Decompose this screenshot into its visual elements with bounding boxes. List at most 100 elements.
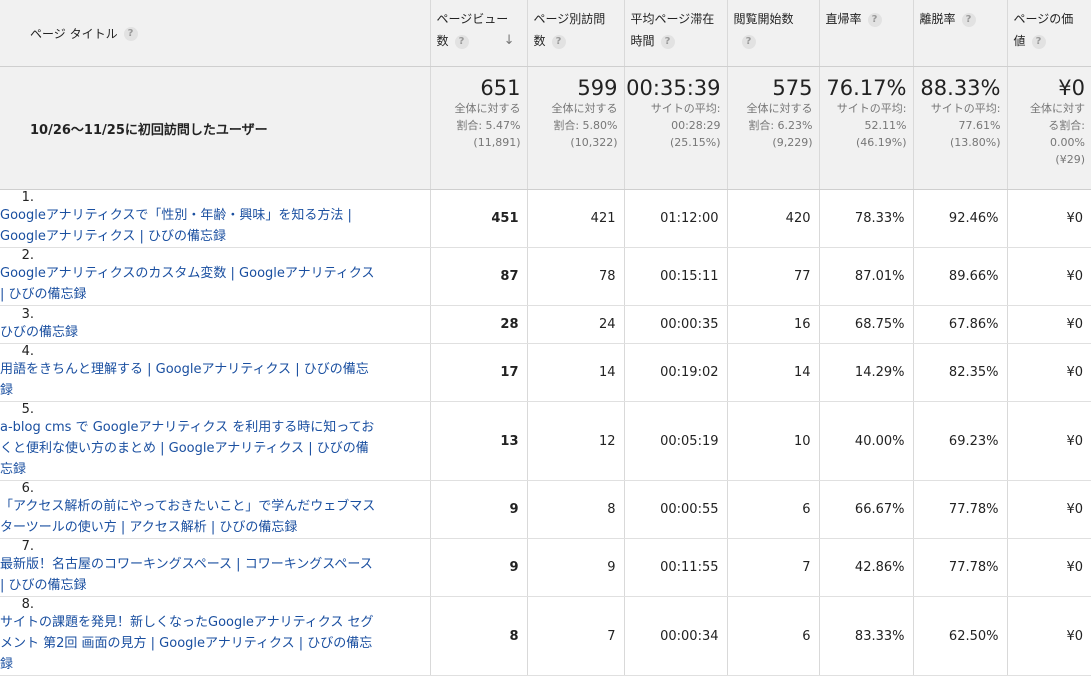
summary-pageviews: 651 全体に対する 割合: 5.47% (11,891): [430, 66, 528, 190]
cell-exit-rate: 67.86%: [913, 305, 1008, 344]
page-title-link[interactable]: Googleアナリティクスで「性別・年齢・興味」を知る方法 | Googleアナ…: [0, 205, 380, 247]
summary-avg-time: 00:35:39 サイトの平均: 00:28:29 (25.15%): [624, 66, 728, 190]
cell-entrances: 6: [727, 480, 820, 539]
cell-pageviews: 9: [430, 480, 528, 539]
page-title-cell: 4.用語をきちんと理解する | Googleアナリティクス | ひびの備忘録: [0, 343, 431, 402]
row-index: 5.: [21, 402, 34, 417]
help-icon[interactable]: ?: [741, 34, 756, 49]
cell-exit-rate: 89.66%: [913, 247, 1008, 306]
cell-exit-rate: 77.78%: [913, 480, 1008, 539]
page-title-link[interactable]: ひびの備忘録: [0, 322, 380, 343]
help-icon[interactable]: ?: [551, 34, 566, 49]
page-title-link[interactable]: 「アクセス解析の前にやっておきたいこと」で学んだウェブマスターツールの使い方 |…: [0, 496, 380, 538]
row-index: 7.: [21, 539, 34, 554]
summary-entrances: 575 全体に対する 割合: 6.23% (9,229): [727, 66, 820, 190]
page-title-cell: 1.Googleアナリティクスで「性別・年齢・興味」を知る方法 | Google…: [0, 189, 431, 248]
help-icon[interactable]: ?: [454, 34, 469, 49]
page-title-link[interactable]: 用語をきちんと理解する | Googleアナリティクス | ひびの備忘録: [0, 359, 380, 401]
cell-bounce-rate: 14.29%: [819, 343, 914, 402]
page-title-cell: 6.「アクセス解析の前にやっておきたいこと」で学んだウェブマスターツールの使い方…: [0, 480, 431, 539]
cell-bounce-rate: 66.67%: [819, 480, 914, 539]
page-title-link[interactable]: 最新版！名古屋のコワーキングスペース | コワーキングスペース | ひびの備忘録: [0, 554, 380, 596]
sort-descending-icon[interactable]: ↓: [504, 30, 515, 52]
cell-pageviews: 17: [430, 343, 528, 402]
page-title-link[interactable]: a-blog cms で Googleアナリティクス を利用する時に知っておくと…: [0, 417, 380, 480]
page-title-link[interactable]: Googleアナリティクスのカスタム変数 | Googleアナリティクス | ひ…: [0, 263, 380, 305]
cell-unique-pageviews: 24: [527, 305, 625, 344]
cell-pageviews: 13: [430, 401, 528, 481]
cell-page-value: ¥0: [1007, 189, 1091, 248]
cell-pageviews: 451: [430, 189, 528, 248]
summary-page-value: ¥0 全体に対す る割合: 0.00% (¥29): [1007, 66, 1091, 190]
help-icon[interactable]: ?: [867, 12, 882, 27]
report-table: ページ タイトル? ページビュー数? ↓ ページ別訪問数? 平均ページ滞在 時間? …: [0, 0, 1091, 676]
page-title-cell: 3.ひびの備忘録: [0, 305, 431, 344]
row-index: 1.: [21, 190, 34, 205]
row-index: 8.: [21, 597, 34, 612]
col-unique-pageviews[interactable]: ページ別訪問数?: [527, 0, 625, 67]
row-index: 6.: [21, 481, 34, 496]
cell-unique-pageviews: 78: [527, 247, 625, 306]
table-row: 3.ひびの備忘録 28 24 00:00:35 16 68.75% 67.86% ¥0: [0, 305, 1091, 344]
cell-exit-rate: 77.78%: [913, 538, 1008, 597]
cell-unique-pageviews: 421: [527, 189, 625, 248]
table-row: 6.「アクセス解析の前にやっておきたいこと」で学んだウェブマスターツールの使い方…: [0, 480, 1091, 539]
col-page-title-label: ページ タイトル: [30, 26, 118, 41]
summary-bounce-rate: 76.17% サイトの平均: 52.11% (46.19%): [819, 66, 914, 190]
col-bounce-rate[interactable]: 直帰率?: [819, 0, 914, 67]
col-page-value[interactable]: ページの価値?: [1007, 0, 1091, 67]
cell-entrances: 10: [727, 401, 820, 481]
col-exit-rate[interactable]: 離脱率?: [913, 0, 1008, 67]
cell-avg-time: 00:05:19: [624, 401, 728, 481]
col-page-title[interactable]: ページ タイトル?: [0, 0, 431, 67]
cell-entrances: 420: [727, 189, 820, 248]
cell-bounce-rate: 87.01%: [819, 247, 914, 306]
col-entrances[interactable]: 閲覧開始数?: [727, 0, 820, 67]
cell-avg-time: 00:00:35: [624, 305, 728, 344]
cell-avg-time: 00:15:11: [624, 247, 728, 306]
help-icon[interactable]: ?: [1031, 34, 1046, 49]
page-title-cell: 5.a-blog cms で Googleアナリティクス を利用する時に知ってお…: [0, 401, 431, 481]
summary-row: 10/26〜11/25に初回訪問したユーザー 651 全体に対する 割合: 5.4…: [0, 66, 1091, 190]
row-index: 4.: [21, 344, 34, 359]
cell-avg-time: 00:11:55: [624, 538, 728, 597]
cell-page-value: ¥0: [1007, 480, 1091, 539]
page-title-cell: 2.Googleアナリティクスのカスタム変数 | Googleアナリティクス |…: [0, 247, 431, 306]
cell-bounce-rate: 42.86%: [819, 538, 914, 597]
table-row: 5.a-blog cms で Googleアナリティクス を利用する時に知ってお…: [0, 401, 1091, 481]
cell-pageviews: 87: [430, 247, 528, 306]
cell-page-value: ¥0: [1007, 247, 1091, 306]
help-icon[interactable]: ?: [123, 27, 138, 41]
page-title-link[interactable]: サイトの課題を発見！新しくなったGoogleアナリティクス セグメント 第2回 …: [0, 612, 380, 675]
table-row: 1.Googleアナリティクスで「性別・年齢・興味」を知る方法 | Google…: [0, 189, 1091, 248]
cell-exit-rate: 82.35%: [913, 343, 1008, 402]
cell-pageviews: 9: [430, 538, 528, 597]
cell-entrances: 16: [727, 305, 820, 344]
cell-bounce-rate: 78.33%: [819, 189, 914, 248]
header-row: ページ タイトル? ページビュー数? ↓ ページ別訪問数? 平均ページ滞在 時間? …: [0, 0, 1091, 67]
cell-unique-pageviews: 12: [527, 401, 625, 481]
summary-exit-rate: 88.33% サイトの平均: 77.61% (13.80%): [913, 66, 1008, 190]
table-row: 4.用語をきちんと理解する | Googleアナリティクス | ひびの備忘録 17…: [0, 343, 1091, 402]
row-index: 2.: [21, 248, 34, 263]
cell-entrances: 77: [727, 247, 820, 306]
cell-page-value: ¥0: [1007, 401, 1091, 481]
cell-entrances: 14: [727, 343, 820, 402]
help-icon[interactable]: ?: [961, 12, 976, 27]
col-pageviews[interactable]: ページビュー数? ↓: [430, 0, 528, 67]
cell-unique-pageviews: 9: [527, 538, 625, 597]
cell-avg-time: 00:00:55: [624, 480, 728, 539]
cell-exit-rate: 92.46%: [913, 189, 1008, 248]
cell-unique-pageviews: 14: [527, 343, 625, 402]
cell-avg-time: 00:19:02: [624, 343, 728, 402]
cell-bounce-rate: 68.75%: [819, 305, 914, 344]
cell-entrances: 7: [727, 538, 820, 597]
cell-page-value: ¥0: [1007, 343, 1091, 402]
help-icon[interactable]: ?: [660, 34, 675, 49]
table-row: 2.Googleアナリティクスのカスタム変数 | Googleアナリティクス |…: [0, 247, 1091, 306]
cell-unique-pageviews: 8: [527, 480, 625, 539]
cell-page-value: ¥0: [1007, 538, 1091, 597]
col-avg-time[interactable]: 平均ページ滞在 時間?: [624, 0, 728, 67]
summary-unique-pageviews: 599 全体に対する 割合: 5.80% (10,322): [527, 66, 625, 190]
cell-exit-rate: 69.23%: [913, 401, 1008, 481]
